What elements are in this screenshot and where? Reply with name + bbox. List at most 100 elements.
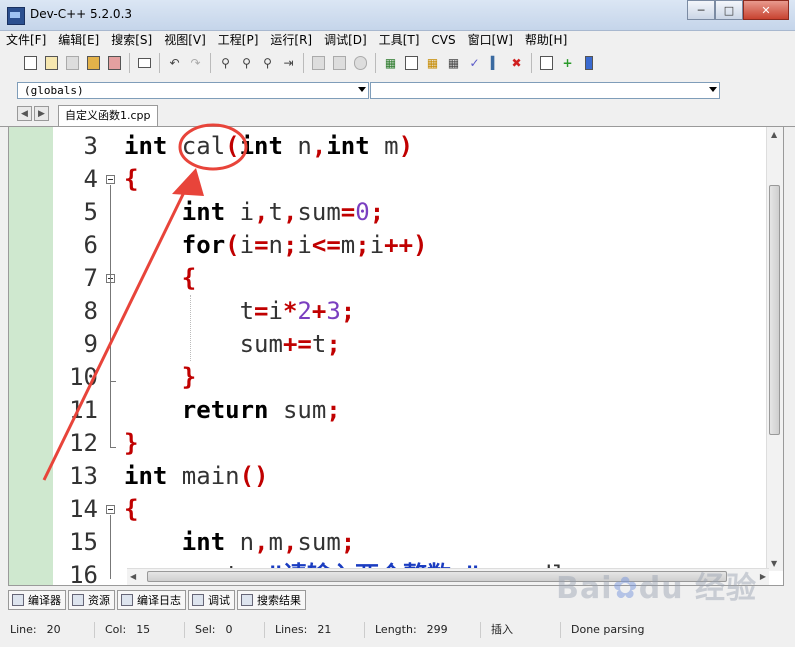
- code-token: int: [181, 198, 226, 226]
- code-line[interactable]: {: [124, 493, 138, 526]
- code-token: sum: [268, 396, 327, 424]
- scroll-up-icon[interactable]: ▲: [771, 130, 777, 139]
- line-number: 13: [69, 462, 98, 490]
- print-icon[interactable]: [136, 54, 154, 72]
- toolbar-separator: [210, 53, 211, 73]
- code-token: sum: [124, 330, 283, 358]
- tab-scroll-left-icon[interactable]: ◀: [17, 106, 32, 121]
- menu-debug[interactable]: 调试[D]: [318, 31, 373, 50]
- check-icon: [192, 594, 204, 606]
- code-line[interactable]: {: [124, 262, 196, 295]
- delete-icon[interactable]: ✖: [508, 54, 526, 72]
- scroll-down-icon[interactable]: ▼: [771, 559, 777, 568]
- maximize-button[interactable]: □: [715, 0, 743, 20]
- status-insert-mode: 插入: [481, 622, 561, 638]
- vertical-scrollbar[interactable]: ▲ ▼: [766, 127, 783, 571]
- scroll-right-icon[interactable]: ▶: [760, 572, 766, 581]
- code-token: int: [239, 132, 283, 160]
- code-token: (: [225, 132, 240, 160]
- code-line[interactable]: int cal(int n,int m): [124, 130, 413, 163]
- tab-search-results-label: 搜索结果: [257, 594, 301, 607]
- status-line: Line: 20: [0, 622, 95, 638]
- code-token: sum: [297, 528, 341, 556]
- save-icon[interactable]: [64, 54, 82, 72]
- code-token: +=: [282, 330, 312, 358]
- tab-scroll-right-icon[interactable]: ▶: [34, 106, 49, 121]
- code-line[interactable]: int i,t,sum=0;: [124, 196, 384, 229]
- project-options-icon[interactable]: [580, 54, 598, 72]
- new-file-icon[interactable]: [22, 54, 40, 72]
- status-lines-value: 21: [317, 623, 332, 636]
- scope-select[interactable]: (globals): [17, 82, 369, 99]
- code-token: main: [167, 462, 240, 490]
- status-length: Length: 299: [365, 622, 481, 638]
- code-line[interactable]: for(i=n;i<=m;i++): [124, 229, 428, 262]
- code-line[interactable]: }: [124, 427, 138, 460]
- redo-icon[interactable]: ↷: [187, 54, 205, 72]
- goto-line-icon[interactable]: ⇥: [280, 54, 298, 72]
- code-token: ;: [326, 396, 341, 424]
- code-line[interactable]: int n,m,sum;: [124, 526, 355, 559]
- tab-compiler-label: 编译器: [28, 594, 61, 607]
- menu-run[interactable]: 运行[R]: [264, 31, 318, 50]
- file-tab[interactable]: 自定义函数1.cpp: [58, 105, 158, 126]
- close-button[interactable]: ✕: [743, 0, 789, 20]
- code-line[interactable]: int main(): [124, 460, 269, 493]
- tab-debug[interactable]: 调试: [188, 590, 235, 610]
- menu-view[interactable]: 视图[V]: [158, 31, 212, 50]
- code-area[interactable]: int cal(int n,int m){ int i,t,sum=0; for…: [124, 127, 764, 585]
- code-line[interactable]: }: [124, 361, 196, 394]
- code-editor[interactable]: 3 4 5 6 7 8 9 10 11 12 13 14 15 16 int cal(int n,int …: [8, 126, 784, 586]
- save-all-icon[interactable]: [85, 54, 103, 72]
- open-file-icon[interactable]: [43, 54, 61, 72]
- compile-icon[interactable]: ▦: [382, 54, 400, 72]
- fold-toggle-icon[interactable]: [106, 505, 115, 514]
- code-line[interactable]: {: [124, 163, 138, 196]
- find-icon[interactable]: ⚲: [217, 54, 235, 72]
- vertical-scroll-thumb[interactable]: [769, 185, 780, 435]
- code-token: ): [398, 132, 414, 160]
- menu-help[interactable]: 帮助[H]: [519, 31, 573, 50]
- back-icon[interactable]: [310, 54, 328, 72]
- search-icon: [241, 594, 253, 606]
- line-number: 9: [83, 330, 98, 358]
- code-token: i: [369, 231, 385, 259]
- project-add-icon[interactable]: [538, 54, 556, 72]
- chart-icon[interactable]: ▍: [487, 54, 505, 72]
- replace-icon[interactable]: ⚲: [238, 54, 256, 72]
- fold-toggle-icon[interactable]: [106, 175, 115, 184]
- tab-search-results[interactable]: 搜索结果: [237, 590, 306, 610]
- code-token: (): [239, 462, 269, 490]
- tab-resources[interactable]: 资源: [68, 590, 115, 610]
- find-next-icon[interactable]: ⚲: [259, 54, 277, 72]
- menu-file[interactable]: 文件[F]: [0, 31, 52, 50]
- code-token: ;: [369, 198, 385, 226]
- member-select[interactable]: [370, 82, 720, 99]
- menu-search[interactable]: 搜索[S]: [105, 31, 158, 50]
- compile-run-icon[interactable]: ▦: [424, 54, 442, 72]
- close-file-icon[interactable]: [106, 54, 124, 72]
- rebuild-all-icon[interactable]: ▦: [445, 54, 463, 72]
- toolbar-separator: [159, 53, 160, 73]
- menu-edit[interactable]: 编辑[E]: [52, 31, 105, 50]
- syntax-check-icon[interactable]: ✓: [466, 54, 484, 72]
- tab-compiler[interactable]: 编译器: [8, 590, 66, 610]
- tab-compile-log[interactable]: 编译日志: [117, 590, 186, 610]
- code-line[interactable]: t=i*2+3;: [124, 295, 356, 328]
- menu-tools[interactable]: 工具[T]: [373, 31, 426, 50]
- status-length-label: Length:: [375, 623, 417, 636]
- project-new-icon[interactable]: +: [559, 54, 577, 72]
- menu-window[interactable]: 窗口[W]: [462, 31, 519, 50]
- stop-icon[interactable]: [352, 54, 370, 72]
- menu-project[interactable]: 工程[P]: [212, 31, 265, 50]
- code-line[interactable]: return sum;: [124, 394, 341, 427]
- minimize-button[interactable]: ─: [687, 0, 715, 20]
- code-token: }: [181, 363, 197, 391]
- undo-icon[interactable]: ↶: [166, 54, 184, 72]
- menu-cvs[interactable]: CVS: [425, 31, 461, 50]
- scroll-left-icon[interactable]: ◀: [130, 572, 136, 581]
- forward-icon[interactable]: [331, 54, 349, 72]
- run-icon[interactable]: [403, 54, 421, 72]
- code-line[interactable]: sum+=t;: [124, 328, 341, 361]
